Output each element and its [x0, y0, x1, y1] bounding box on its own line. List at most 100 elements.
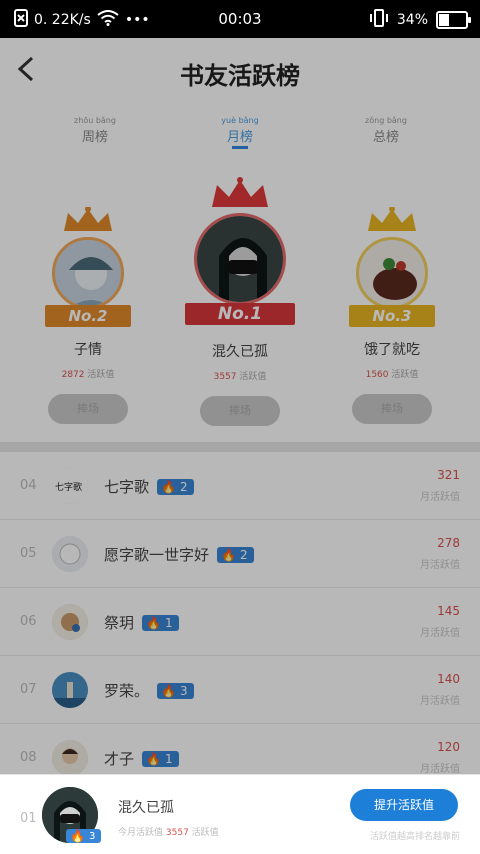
cheer-button[interactable]: 捧场	[48, 394, 128, 424]
svg-text:七字歌: 七字歌	[55, 481, 82, 493]
points: 120	[437, 740, 460, 754]
points: 140	[437, 672, 460, 686]
rank-number: 04	[20, 478, 37, 493]
page-title: 书友活跃榜	[180, 62, 300, 90]
level-badge: 🔥 2	[157, 478, 194, 495]
list-user: 祭玥 🔥 1	[104, 612, 179, 633]
avatar[interactable]	[52, 672, 88, 708]
avatar[interactable]	[194, 213, 286, 305]
rank-number: 07	[20, 682, 37, 697]
tab-weekly[interactable]: zhōu bǎng 周榜	[55, 116, 135, 145]
list-user: 七字歌 🔥 2	[104, 476, 194, 497]
level-value: 3	[179, 683, 188, 698]
avatar[interactable]	[356, 237, 428, 309]
crown-icon	[368, 206, 416, 231]
my-meta-suffix: 活跃值	[191, 828, 219, 838]
points-label: 月活跃值	[420, 628, 460, 639]
user-name: 子情	[74, 342, 102, 358]
my-level-badge: 🔥 3	[66, 829, 102, 843]
user-name: 祭玥	[104, 614, 135, 632]
score: 3557 活跃值	[178, 369, 302, 382]
avatar[interactable]	[52, 237, 124, 309]
flame-icon: 🔥	[146, 751, 161, 766]
tab-label: 周榜	[81, 130, 108, 145]
podium-rank-3: No.3 饿了就吃 1560 活跃值 捧场	[340, 206, 444, 424]
rank-ribbon: No.1	[185, 303, 295, 325]
tab-monthly[interactable]: yuè bǎng 月榜	[200, 116, 280, 145]
my-score-meta: 今月活跃值 3557 活跃值	[118, 825, 219, 838]
flame-icon: 🔥	[161, 683, 176, 698]
boost-hint: 活跃值越高排名越靠前	[369, 832, 460, 842]
score-value: 1560	[365, 370, 389, 380]
flame-icon: 🔥	[70, 829, 85, 843]
level-value: 2	[179, 479, 188, 494]
list-item[interactable]: 04 七字歌 七字歌 🔥 2 321 月活跃值	[0, 452, 480, 520]
tab-pinyin: zhōu bǎng	[74, 116, 116, 125]
score: 1560 活跃值	[340, 367, 444, 380]
score-suffix: 活跃值	[391, 370, 419, 380]
list-item[interactable]: 07 罗荣。 🔥 3 140 月活跃值	[0, 656, 480, 724]
my-meta-prefix: 今月活跃值	[118, 828, 164, 838]
crown-icon	[212, 177, 268, 207]
user-name: 混久已孤	[212, 344, 268, 360]
rank-number: 06	[20, 614, 37, 629]
level-value: 1	[164, 615, 173, 630]
points-label: 月活跃值	[420, 560, 460, 571]
tab-total[interactable]: zǒng bǎng 总榜	[346, 116, 426, 145]
podium-rank-1: No.1 混久已孤 3557 活跃值 捧场	[178, 177, 302, 426]
cheer-button[interactable]: 捧场	[200, 396, 280, 426]
rank-ribbon: No.3	[349, 305, 435, 327]
points-label: 月活跃值	[420, 696, 460, 707]
my-level-value: 3	[88, 830, 96, 842]
score-value: 3557	[213, 372, 237, 382]
tab-label: 月榜	[226, 130, 253, 145]
header: 书友活跃榜	[0, 38, 480, 106]
points: 321	[437, 468, 460, 482]
rank-number: 08	[20, 750, 37, 765]
level-badge: 🔥 1	[142, 750, 179, 767]
user-name: 愿字歌一世字好	[104, 546, 210, 564]
level-badge: 🔥 2	[217, 546, 254, 563]
tab-indicator	[232, 146, 248, 149]
user-name: 七字歌	[104, 478, 150, 496]
top-three-podium: No.2 子情 2872 活跃值 捧场 No.1 混久已孤 3557 活跃值 捧…	[0, 157, 480, 442]
cheer-button[interactable]: 捧场	[352, 394, 432, 424]
rank-ribbon: No.2	[45, 305, 131, 327]
avatar[interactable]	[52, 536, 88, 572]
level-value: 1	[164, 751, 173, 766]
tab-pinyin: yuè bǎng	[221, 116, 259, 125]
score-value: 2872	[61, 370, 85, 380]
avatar[interactable]	[52, 604, 88, 640]
points: 278	[437, 536, 460, 550]
section-divider	[0, 442, 480, 452]
score-suffix: 活跃值	[239, 372, 267, 382]
user-name: 罗荣。	[104, 682, 150, 700]
flame-icon: 🔥	[221, 547, 236, 562]
battery-percent: 34%	[396, 12, 428, 28]
list-user: 才子 🔥 1	[104, 748, 179, 769]
flame-icon: 🔥	[146, 615, 161, 630]
rank-number: 05	[20, 546, 37, 561]
crown-icon	[64, 206, 112, 231]
my-score: 3557	[165, 828, 189, 838]
list-item[interactable]: 06 祭玥 🔥 1 145 月活跃值	[0, 588, 480, 656]
avatar[interactable]: 七字歌	[52, 468, 88, 504]
my-rank-number: 01	[20, 811, 37, 826]
avatar[interactable]	[52, 740, 88, 776]
user-name: 才子	[104, 750, 135, 768]
points-label: 月活跃值	[420, 764, 460, 775]
tab-pinyin: zǒng bǎng	[365, 116, 407, 125]
flame-icon: 🔥	[161, 479, 176, 494]
list-item[interactable]: 05 愿字歌一世字好 🔥 2 278 月活跃值	[0, 520, 480, 588]
battery-icon	[436, 11, 471, 29]
tab-label: 总榜	[372, 130, 399, 145]
status-bar: 0. 22K/s ••• 00:03 34%	[0, 0, 480, 38]
boost-activity-button[interactable]: 提升活跃值	[350, 789, 458, 821]
ranking-list: 04 七字歌 七字歌 🔥 2 321 月活跃值 05 愿字歌一世字好 🔥 2 278…	[0, 452, 480, 792]
level-value: 2	[239, 547, 248, 562]
vibrate-icon	[369, 8, 389, 32]
points: 145	[437, 604, 460, 618]
user-name: 饿了就吃	[364, 342, 420, 358]
podium-rank-2: No.2 子情 2872 活跃值 捧场	[36, 206, 140, 424]
score: 2872 活跃值	[36, 367, 140, 380]
